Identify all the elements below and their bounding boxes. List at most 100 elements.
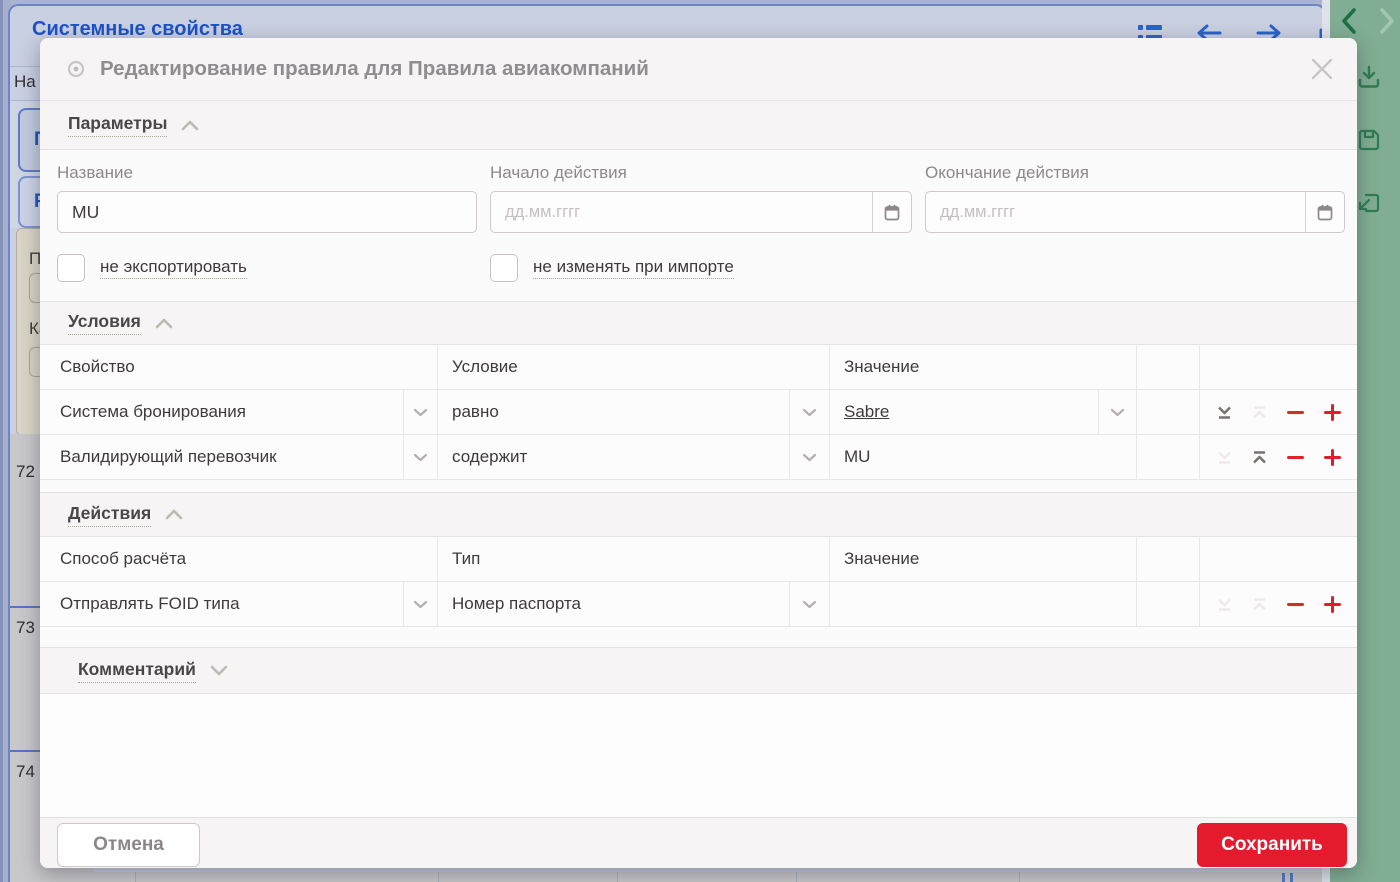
- chevron-down-icon[interactable]: [404, 390, 438, 434]
- edit-rule-dialog: Редактирование правила для Правила авиак…: [40, 38, 1357, 868]
- type-select-value[interactable]: Номер паспорта: [438, 582, 790, 626]
- chevron-down-icon[interactable]: [404, 435, 438, 479]
- row-number: 74: [16, 762, 35, 782]
- move-down-icon[interactable]: [1216, 450, 1233, 465]
- no-export-label[interactable]: не экспортировать: [100, 257, 247, 279]
- spacer-cell: [1137, 390, 1200, 434]
- add-row-icon[interactable]: [1323, 404, 1342, 421]
- name-field-label: Название: [57, 163, 133, 183]
- section-gap: [40, 480, 1357, 492]
- row-actions: [1200, 390, 1357, 434]
- property-select-value[interactable]: Валидирующий перевозчик: [40, 435, 404, 479]
- chevron-down-icon[interactable]: [790, 582, 830, 626]
- screen: Системные свойства На П Р П Ка: [0, 0, 1400, 882]
- chevron-down-icon[interactable]: [210, 665, 228, 676]
- section-label[interactable]: Условия: [68, 311, 141, 335]
- add-row-icon[interactable]: [1323, 596, 1342, 613]
- export-icon[interactable]: [1356, 190, 1382, 221]
- column-header-spacer: [1137, 537, 1200, 581]
- value-text[interactable]: MU: [830, 435, 1137, 479]
- column-header: Свойство: [40, 345, 438, 389]
- move-down-icon[interactable]: [1216, 405, 1233, 420]
- no-export-checkbox-group: не экспортировать: [57, 254, 247, 282]
- start-date-label: Начало действия: [490, 163, 627, 183]
- background-label: На: [14, 72, 36, 92]
- section-actions-header[interactable]: Действия: [40, 492, 1357, 537]
- actions-table: Способ расчёта Тип Значение Отправлять F…: [40, 537, 1357, 627]
- action-row: Отправлять FOID типа Номер паспорта: [40, 582, 1357, 627]
- add-row-icon[interactable]: [1323, 449, 1342, 466]
- row-number: 73: [16, 618, 35, 638]
- parameters-section: Название Начало действия Окончание дейст…: [40, 150, 1357, 301]
- end-date-field: [925, 191, 1345, 233]
- chevron-left-icon[interactable]: [1336, 6, 1362, 41]
- no-export-checkbox[interactable]: [57, 254, 85, 282]
- section-parameters-header[interactable]: Параметры: [40, 101, 1357, 150]
- column-header-spacer: [1137, 345, 1200, 389]
- table-header-row: Свойство Условие Значение: [40, 345, 1357, 390]
- chevron-down-icon[interactable]: [1099, 390, 1137, 434]
- column-header: Значение: [830, 537, 1137, 581]
- name-input[interactable]: [57, 191, 477, 233]
- section-conditions-header[interactable]: Условия: [40, 301, 1357, 345]
- save-button[interactable]: Сохранить: [1197, 823, 1347, 867]
- row-number: 72: [16, 462, 35, 482]
- table-header-row: Способ расчёта Тип Значение: [40, 537, 1357, 582]
- spacer-cell: [1137, 435, 1200, 479]
- value-select-value[interactable]: Sabre: [830, 390, 1099, 434]
- no-change-on-import-label[interactable]: не изменять при импорте: [533, 257, 734, 279]
- save-disk-icon[interactable]: [1356, 127, 1382, 158]
- move-up-icon[interactable]: [1251, 450, 1268, 465]
- chevron-up-icon[interactable]: [165, 509, 183, 520]
- move-down-icon[interactable]: [1216, 597, 1233, 612]
- remove-row-icon[interactable]: [1286, 597, 1305, 612]
- calendar-icon[interactable]: [1305, 192, 1344, 232]
- start-date-input[interactable]: [491, 192, 872, 232]
- condition-row: Валидирующий перевозчик содержит MU: [40, 435, 1357, 480]
- conditions-table: Свойство Условие Значение Система бронир…: [40, 345, 1357, 480]
- dialog-footer: Отмена Сохранить: [40, 817, 1357, 868]
- end-date-label: Окончание действия: [925, 163, 1089, 183]
- chevron-up-icon[interactable]: [181, 120, 199, 131]
- dialog-header: Редактирование правила для Правила авиак…: [40, 38, 1357, 101]
- calendar-icon[interactable]: [872, 192, 911, 232]
- section-label[interactable]: Действия: [68, 503, 151, 527]
- start-date-field: [490, 191, 912, 233]
- remove-row-icon[interactable]: [1286, 405, 1305, 420]
- background-grid-strip: [10, 872, 1324, 882]
- target-icon: [66, 59, 86, 79]
- row-actions: [1200, 435, 1357, 479]
- column-header-actions: [1200, 537, 1357, 581]
- section-comment-header[interactable]: Комментарий: [40, 647, 1357, 694]
- end-date-input[interactable]: [926, 192, 1305, 232]
- move-up-icon[interactable]: [1251, 597, 1268, 612]
- chevron-up-icon[interactable]: [155, 318, 173, 329]
- property-select-value[interactable]: Отправлять FOID типа: [40, 582, 404, 626]
- cancel-button[interactable]: Отмена: [57, 823, 200, 867]
- remove-row-icon[interactable]: [1286, 450, 1305, 465]
- column-header-actions: [1200, 345, 1357, 389]
- chevron-down-icon[interactable]: [790, 435, 830, 479]
- spacer-cell: [1137, 582, 1200, 626]
- checkbox-row: не экспортировать не изменять при импорт…: [40, 254, 1357, 288]
- dialog-title: Редактирование правила для Правила авиак…: [100, 57, 649, 81]
- no-change-on-import-checkbox-group: не изменять при импорте: [490, 254, 734, 282]
- chevron-down-icon[interactable]: [404, 582, 438, 626]
- section-label[interactable]: Параметры: [68, 113, 167, 137]
- no-change-on-import-checkbox[interactable]: [490, 254, 518, 282]
- empty-area: [40, 694, 1357, 817]
- chevron-down-icon[interactable]: [790, 390, 830, 434]
- section-gap: [40, 627, 1357, 647]
- value-text[interactable]: [830, 582, 1137, 626]
- move-up-icon[interactable]: [1251, 405, 1268, 420]
- condition-row: Система бронирования равно Sabre: [40, 390, 1357, 435]
- property-select-value[interactable]: Система бронирования: [40, 390, 404, 434]
- column-header: Значение: [830, 345, 1137, 389]
- section-label[interactable]: Комментарий: [78, 659, 196, 683]
- download-icon[interactable]: [1356, 64, 1382, 97]
- condition-select-value[interactable]: содержит: [438, 435, 790, 479]
- chevron-right-icon[interactable]: [1374, 6, 1400, 41]
- condition-select-value[interactable]: равно: [438, 390, 790, 434]
- close-icon[interactable]: [1309, 56, 1335, 82]
- column-header: Тип: [438, 537, 830, 581]
